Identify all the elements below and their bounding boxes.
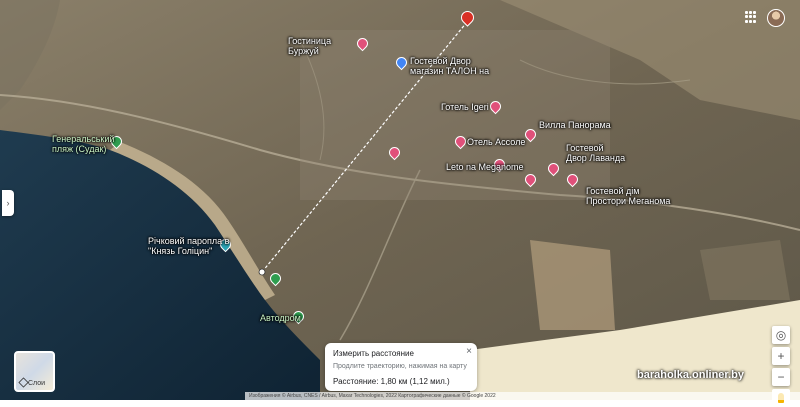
label-leto-meganome[interactable]: Leto na Meganome <box>446 162 524 172</box>
chevron-right-icon: › <box>6 198 10 208</box>
watermark: baraholka.onliner.by <box>637 369 744 381</box>
measure-hint: Продлите траекторию, нажимая на карту <box>333 363 467 370</box>
account-avatar[interactable] <box>767 9 785 27</box>
label-generalsky-beach[interactable]: Генеральський пляж (Судак) <box>52 134 114 154</box>
satellite-map[interactable]: Генеральський пляж (Судак) Гостиница Бур… <box>0 0 800 400</box>
label-guest-lavanda[interactable]: Гостевой Двор Лаванда <box>566 143 625 163</box>
locate-button[interactable]: ◎ <box>772 326 790 344</box>
close-icon[interactable]: × <box>466 346 472 357</box>
zoom-in-button[interactable]: + <box>772 347 790 365</box>
label-hotel-burzhuy[interactable]: Гостиница Буржуй <box>288 36 331 56</box>
measure-title: Измерить расстояние <box>333 349 414 358</box>
layers-button[interactable]: Слои <box>14 351 55 392</box>
label-hotel-assole[interactable]: Отель Ассоле <box>467 137 525 147</box>
label-ferry-golitsyn[interactable]: Річковий паропла в "Князь Голіцин" <box>148 236 229 256</box>
label-hotel-igeri[interactable]: Готель Igeri <box>441 102 489 112</box>
layers-label: Слои <box>28 380 46 387</box>
label-avtodrom[interactable]: Автодром <box>260 313 301 323</box>
label-guest-prostory[interactable]: Гостевой дім Простори Меганома <box>586 186 670 206</box>
label-villa-panorama[interactable]: Вилла Панорама <box>539 120 611 130</box>
locate-icon: ◎ <box>775 328 787 342</box>
apps-grid-icon[interactable] <box>745 11 757 23</box>
measure-distance-value: Расстояние: 1,80 км (1,12 мил.) <box>333 377 450 386</box>
zoom-out-button[interactable]: − <box>772 368 790 386</box>
minus-icon: − <box>777 370 785 384</box>
measure-distance-card: Измерить расстояние Продлите траекторию,… <box>325 343 477 391</box>
plus-icon: + <box>777 349 785 363</box>
label-guest-talon[interactable]: Гостевой Двор магазин ТАЛОН на <box>410 56 489 76</box>
map-attribution: Изображения © Airbus, CNES / Airbus, Max… <box>245 392 800 400</box>
side-panel-toggle-button[interactable]: › <box>2 190 14 216</box>
